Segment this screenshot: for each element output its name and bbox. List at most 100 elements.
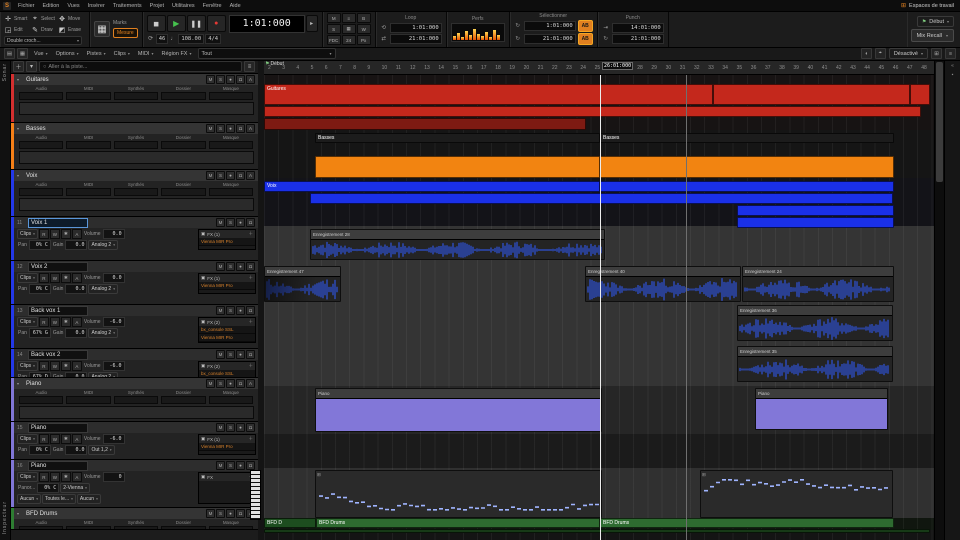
ab-button-2[interactable]: AB bbox=[578, 33, 593, 45]
automation-icon[interactable]: A bbox=[246, 171, 255, 180]
toggle-✱[interactable]: ✱ bbox=[61, 434, 71, 444]
clip[interactable]: Basses bbox=[315, 133, 600, 143]
value-field[interactable]: -6.0 bbox=[103, 434, 125, 444]
menu-item-aide[interactable]: Aide bbox=[226, 3, 245, 9]
clips-pane[interactable]: GuitaresBassesBassesVoixEnregistrement 2… bbox=[264, 74, 934, 540]
view-menu-options[interactable]: Options▾ bbox=[52, 51, 83, 57]
marker-dropdown[interactable]: ⚑ Début ▾ bbox=[917, 16, 954, 27]
solo-icon[interactable]: S bbox=[226, 461, 235, 470]
solo-icon[interactable]: S bbox=[216, 379, 225, 388]
fx-add-icon[interactable]: ＋ bbox=[249, 363, 254, 369]
record-arm-icon[interactable]: ● bbox=[236, 218, 245, 227]
fx-plugin[interactable]: bx_console SSL bbox=[199, 326, 255, 334]
track-search-input[interactable]: ○ Aller à la piste... bbox=[39, 61, 242, 72]
track-name[interactable]: Voix 1 bbox=[28, 218, 88, 228]
fx-add-icon[interactable]: ＋ bbox=[249, 275, 254, 281]
edit-cursor[interactable] bbox=[686, 74, 687, 540]
fx-rack[interactable]: ▣FX＋ bbox=[198, 472, 256, 504]
toggle-chip-s[interactable]: S bbox=[327, 24, 341, 34]
toggle-w[interactable]: W bbox=[50, 434, 60, 444]
value-field[interactable]: 0 bbox=[103, 472, 125, 482]
rail-tab-inspecteur[interactable]: Inspecteur bbox=[2, 501, 8, 534]
fx-rack[interactable]: ▣FX (1)＋Vienna MIR Pro bbox=[198, 229, 256, 250]
toggle-✱[interactable]: ✱ bbox=[61, 361, 71, 371]
snap-grid-icon[interactable]: ▦ bbox=[94, 21, 110, 37]
toggle-chip-w[interactable]: W bbox=[357, 24, 371, 34]
toggle-w[interactable]: W bbox=[50, 229, 60, 239]
toggle-✱[interactable]: ✱ bbox=[61, 472, 71, 482]
menu-item-traitements[interactable]: Traitements bbox=[109, 3, 146, 9]
track-filter-icon[interactable]: ▾ bbox=[26, 61, 37, 72]
view-menu-pistes[interactable]: Pistes▾ bbox=[83, 51, 110, 57]
value-field[interactable]: 67% G bbox=[29, 328, 51, 338]
loop-end-icon[interactable]: ⇄ bbox=[380, 36, 388, 42]
toggle-w[interactable]: W bbox=[50, 472, 60, 482]
scrollbar-thumb[interactable] bbox=[936, 62, 943, 182]
selection-start-icon[interactable]: ↻ bbox=[514, 23, 522, 29]
metronome-icon[interactable]: ♩ bbox=[169, 36, 177, 42]
record-arm-icon[interactable]: ● bbox=[226, 171, 235, 180]
dropdown-clips[interactable]: Clips bbox=[17, 273, 38, 283]
folder-field-box[interactable] bbox=[161, 396, 205, 404]
solo-icon[interactable]: S bbox=[226, 262, 235, 271]
dropdown-toutes-le-[interactable]: Toutes le... bbox=[42, 494, 76, 504]
dropdown-clips[interactable]: Clips bbox=[17, 317, 38, 327]
clip[interactable]: Guitares bbox=[264, 84, 713, 105]
clip[interactable]: BFD Drums bbox=[600, 518, 894, 528]
tool-select[interactable]: ⌖Select bbox=[31, 13, 58, 24]
stop-button[interactable]: ◼ bbox=[147, 15, 166, 32]
solo-icon[interactable]: S bbox=[226, 218, 235, 227]
record-arm-icon[interactable]: ● bbox=[236, 262, 245, 271]
snap-mode-button[interactable]: Mesure bbox=[113, 28, 138, 38]
folder-chevron-icon[interactable]: ▾ bbox=[17, 511, 22, 516]
clip[interactable] bbox=[310, 193, 893, 204]
track-piano[interactable]: 15PianoMS●ΩClipsRW✱AVolume-6.0Pan0% CGai… bbox=[10, 422, 258, 460]
toggle-chip-fdc[interactable]: FDC bbox=[327, 35, 341, 45]
track-back-vox-2[interactable]: 14Back vox 2MS●ΩClipsRW✱AVolume-6.0Pan67… bbox=[10, 349, 258, 378]
input-echo-icon[interactable]: Ω bbox=[246, 306, 255, 315]
grid-icon[interactable]: ⊞ bbox=[931, 48, 942, 59]
dropdown-clips[interactable]: Clips bbox=[17, 361, 38, 371]
view-menu-région-fx[interactable]: Région FX▾ bbox=[157, 51, 195, 57]
magnet-icon[interactable]: ◖ bbox=[861, 48, 872, 59]
value-field[interactable]: 0% C bbox=[29, 445, 51, 455]
clip[interactable]: BFD Drums bbox=[316, 518, 600, 528]
filter-dropdown[interactable]: Tout ▾ bbox=[198, 48, 336, 59]
toggle-a[interactable]: A bbox=[72, 434, 82, 444]
rail-tab-sonar[interactable]: Sonar bbox=[2, 63, 8, 81]
mix-recall-button[interactable]: Mix Recall ▾ bbox=[911, 29, 954, 42]
mute-icon[interactable]: M bbox=[216, 262, 225, 271]
play-button[interactable]: ▶ bbox=[167, 15, 186, 32]
fx-rack[interactable]: ▣FX (1)＋Vienna MIR Pro bbox=[198, 273, 256, 294]
app-logo[interactable]: S bbox=[3, 2, 11, 10]
mute-icon[interactable]: M bbox=[216, 350, 225, 359]
value-field[interactable]: 0.0 bbox=[103, 229, 125, 239]
track-header[interactable]: ▾PianoMS●ΩA bbox=[10, 378, 258, 389]
audio-clip[interactable]: Enregistrement 40 bbox=[585, 266, 741, 302]
toggle-w[interactable]: W bbox=[50, 273, 60, 283]
next-marker-button[interactable]: ▸ bbox=[306, 15, 318, 32]
track-name[interactable]: Back vox 1 bbox=[28, 306, 88, 316]
folder-field-box[interactable] bbox=[114, 188, 158, 196]
value-field[interactable]: 0.0 bbox=[65, 240, 87, 250]
input-echo-icon[interactable]: Ω bbox=[246, 350, 255, 359]
toggle-a[interactable]: A bbox=[72, 361, 82, 371]
record-arm-icon[interactable]: ● bbox=[226, 124, 235, 133]
input-echo-icon[interactable]: Ω bbox=[236, 124, 245, 133]
ruler-marker-debut[interactable]: ⚑ Début bbox=[265, 61, 284, 67]
value-field[interactable]: -6.0 bbox=[103, 317, 125, 327]
folder-field-box[interactable] bbox=[19, 396, 63, 404]
clip[interactable] bbox=[600, 181, 894, 192]
value-field[interactable]: 0.0 bbox=[103, 273, 125, 283]
record-arm-icon[interactable]: ● bbox=[226, 379, 235, 388]
pause-button[interactable]: ❚❚ bbox=[187, 15, 206, 32]
clip[interactable]: Basses bbox=[600, 133, 894, 143]
input-echo-icon[interactable]: Ω bbox=[246, 262, 255, 271]
folder-field-box[interactable] bbox=[66, 141, 110, 149]
solo-icon[interactable]: S bbox=[216, 171, 225, 180]
loop-end-field[interactable]: 21:01:000 bbox=[390, 34, 442, 44]
add-track-button[interactable]: ＋ bbox=[13, 61, 24, 72]
input-echo-icon[interactable]: Ω bbox=[236, 509, 245, 518]
toggle-chip-b[interactable]: B bbox=[357, 13, 371, 23]
folder-field-box[interactable] bbox=[161, 188, 205, 196]
